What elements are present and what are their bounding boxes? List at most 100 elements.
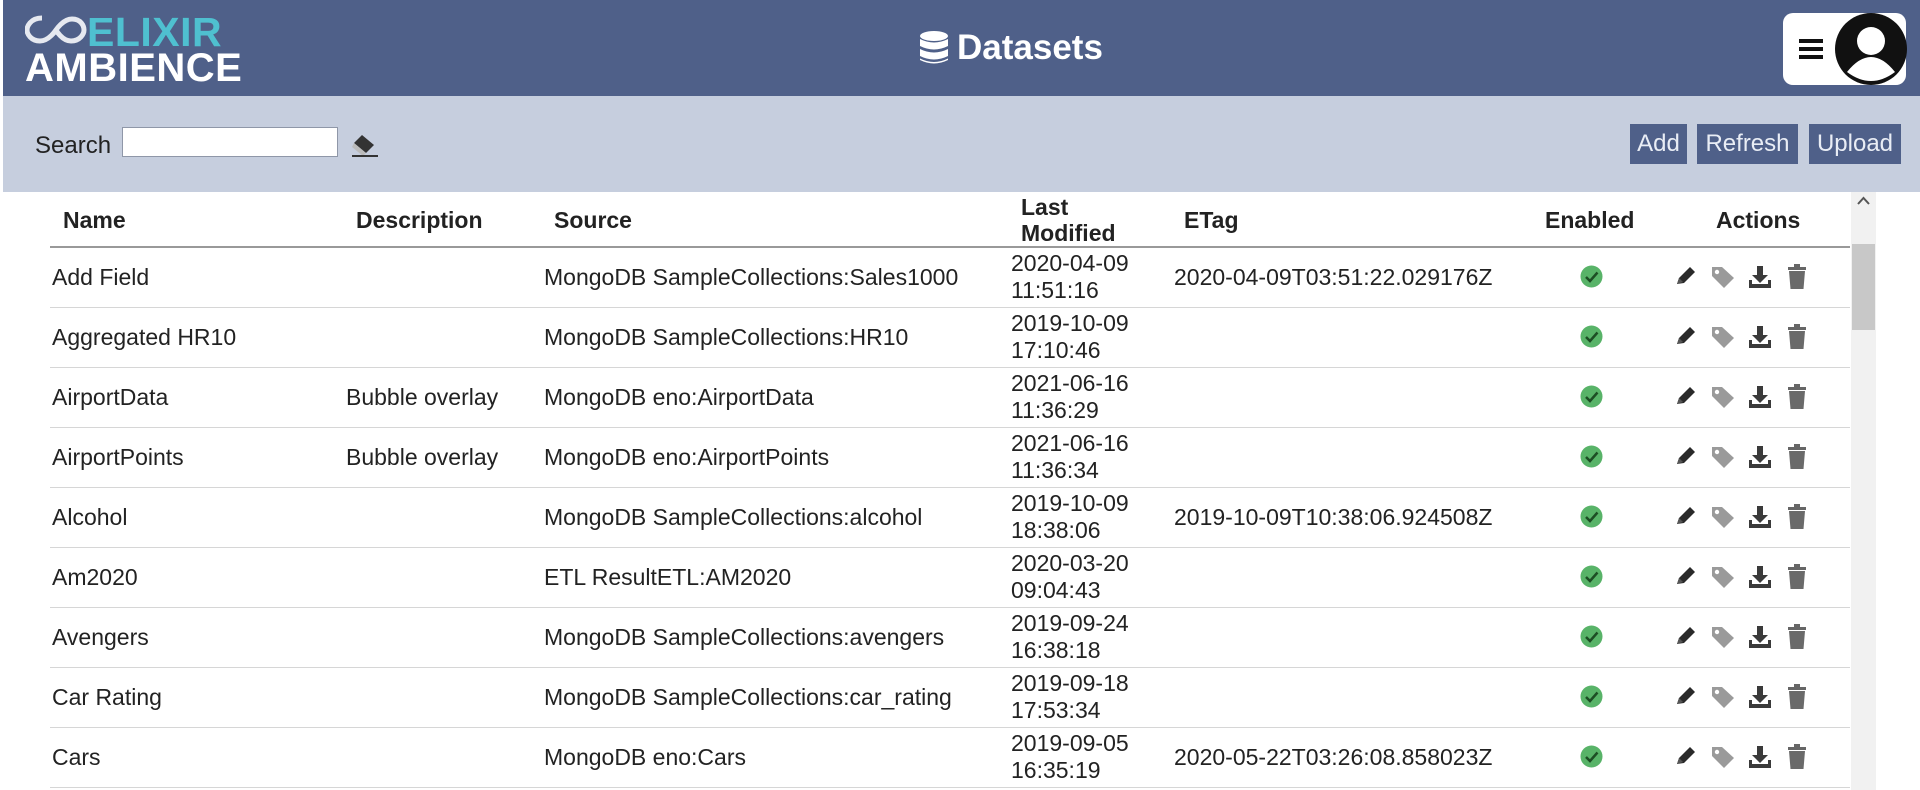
dataset-etag: 2020-05-22T03:26:08.858023Z — [1174, 744, 1493, 770]
scroll-up-arrow-icon[interactable] — [1857, 196, 1870, 206]
dataset-last-modified: 2019-10-09 17:10:46 — [1011, 310, 1129, 364]
dataset-name: Cars — [52, 744, 101, 770]
elixir-ambience-logo[interactable]: ELIXIR AMBIENCE — [25, 10, 242, 88]
tag-icon[interactable] — [1710, 744, 1736, 770]
dataset-name: Car Rating — [52, 684, 162, 710]
download-icon[interactable] — [1747, 624, 1773, 650]
pencil-edit-icon[interactable] — [1674, 624, 1700, 650]
column-header-last-modified-line1: Last — [1021, 194, 1069, 220]
pencil-edit-icon[interactable] — [1674, 684, 1700, 710]
table-row[interactable]: Car Rating MongoDB SampleCollections:car_… — [50, 668, 1850, 728]
table-row[interactable]: Aggregated HR10 MongoDB SampleCollections… — [50, 308, 1850, 368]
dataset-last-modified: 2021-06-16 11:36:29 — [1011, 370, 1129, 424]
trash-delete-icon[interactable] — [1784, 324, 1810, 350]
download-icon[interactable] — [1747, 564, 1773, 590]
last-modified-date: 2019-09-24 — [1011, 610, 1129, 636]
tag-icon[interactable] — [1710, 684, 1736, 710]
column-header-source[interactable]: Source — [554, 207, 632, 233]
vertical-scrollbar[interactable] — [1851, 192, 1876, 790]
user-avatar-icon[interactable] — [1834, 12, 1908, 86]
pencil-edit-icon[interactable] — [1674, 504, 1700, 530]
last-modified-time: 09:04:43 — [1011, 577, 1101, 603]
column-header-description[interactable]: Description — [356, 207, 483, 233]
download-icon[interactable] — [1747, 264, 1773, 290]
pencil-edit-icon[interactable] — [1674, 264, 1700, 290]
scrollbar-thumb[interactable] — [1852, 244, 1875, 330]
dataset-last-modified: 2019-09-05 16:35:19 — [1011, 730, 1129, 784]
pencil-edit-icon[interactable] — [1674, 564, 1700, 590]
pencil-edit-icon[interactable] — [1674, 384, 1700, 410]
eraser-icon[interactable] — [352, 133, 378, 157]
dataset-description: Bubble overlay — [346, 384, 499, 410]
upload-button[interactable]: Upload — [1809, 124, 1901, 164]
download-icon[interactable] — [1747, 684, 1773, 710]
tag-icon[interactable] — [1710, 384, 1736, 410]
search-input[interactable] — [122, 127, 338, 157]
dataset-source: MongoDB SampleCollections:car_rating — [544, 684, 952, 710]
table-row[interactable]: Avengers MongoDB SampleCollections:avenge… — [50, 608, 1850, 668]
trash-delete-icon[interactable] — [1784, 444, 1810, 470]
tag-icon[interactable] — [1710, 504, 1736, 530]
download-icon[interactable] — [1747, 324, 1773, 350]
column-header-last-modified[interactable]: Last Modified — [1021, 194, 1116, 246]
dataset-last-modified: 2021-06-16 11:36:34 — [1011, 430, 1129, 484]
dataset-source: MongoDB eno:Cars — [544, 744, 746, 770]
trash-delete-icon[interactable] — [1784, 564, 1810, 590]
download-icon[interactable] — [1747, 504, 1773, 530]
last-modified-date: 2019-09-18 — [1011, 670, 1129, 696]
dataset-source: MongoDB eno:AirportData — [544, 384, 814, 410]
last-modified-time: 11:36:29 — [1011, 397, 1099, 423]
tag-icon[interactable] — [1710, 564, 1736, 590]
table-row[interactable]: AirportData Bubble overlay MongoDB eno:Air… — [50, 368, 1850, 428]
download-icon[interactable] — [1747, 384, 1773, 410]
tag-icon[interactable] — [1710, 444, 1736, 470]
add-button[interactable]: Add — [1630, 124, 1687, 164]
last-modified-time: 18:38:06 — [1011, 517, 1101, 543]
column-header-etag[interactable]: ETag — [1184, 207, 1239, 233]
trash-delete-icon[interactable] — [1784, 624, 1810, 650]
tag-icon[interactable] — [1710, 264, 1736, 290]
last-modified-date: 2019-10-09 — [1011, 310, 1129, 336]
trash-delete-icon[interactable] — [1784, 384, 1810, 410]
dataset-source: MongoDB SampleCollections:Sales1000 — [544, 264, 959, 290]
table-row[interactable]: Am2020 ETL ResultETL:AM2020 2020-03-20 09:0… — [50, 548, 1850, 608]
dataset-name: Alcohol — [52, 504, 128, 530]
green-check-circle-icon — [1580, 325, 1603, 348]
last-modified-date: 2020-04-09 — [1011, 250, 1129, 276]
dataset-source: MongoDB eno:AirportPoints — [544, 444, 830, 470]
column-header-name[interactable]: Name — [63, 207, 126, 233]
dataset-name: Am2020 — [52, 564, 138, 590]
tag-icon[interactable] — [1710, 624, 1736, 650]
table-row[interactable]: Add Field MongoDB SampleCollections:Sales… — [50, 248, 1850, 308]
dataset-source: MongoDB SampleCollections:alcohol — [544, 504, 923, 530]
trash-delete-icon[interactable] — [1784, 684, 1810, 710]
column-header-enabled[interactable]: Enabled — [1545, 207, 1634, 233]
last-modified-time: 16:38:18 — [1011, 637, 1101, 663]
pencil-edit-icon[interactable] — [1674, 444, 1700, 470]
search-label: Search — [35, 132, 112, 159]
pencil-edit-icon[interactable] — [1674, 744, 1700, 770]
dataset-source: MongoDB SampleCollections:HR10 — [544, 324, 909, 350]
last-modified-date: 2019-09-05 — [1011, 730, 1129, 756]
last-modified-time: 17:10:46 — [1011, 337, 1101, 363]
tag-icon[interactable] — [1710, 324, 1736, 350]
column-header-last-modified-line2: Modified — [1021, 220, 1116, 246]
pencil-edit-icon[interactable] — [1674, 324, 1700, 350]
last-modified-date: 2019-10-09 — [1011, 490, 1129, 516]
app-header: ELIXIR AMBIENCE Datasets — [3, 0, 1920, 96]
table-row[interactable]: Alcohol MongoDB SampleCollections:alcohol… — [50, 488, 1850, 548]
download-icon[interactable] — [1747, 444, 1773, 470]
toolbar: Search Add Refresh Upload — [3, 96, 1920, 192]
dataset-last-modified: 2019-09-24 16:38:18 — [1011, 610, 1129, 664]
download-icon[interactable] — [1747, 744, 1773, 770]
trash-delete-icon[interactable] — [1784, 504, 1810, 530]
refresh-button[interactable]: Refresh — [1697, 124, 1798, 164]
database-icon — [920, 31, 948, 64]
dataset-description: Bubble overlay — [346, 444, 499, 470]
trash-delete-icon[interactable] — [1784, 744, 1810, 770]
trash-delete-icon[interactable] — [1784, 264, 1810, 290]
hamburger-menu-icon[interactable] — [1797, 35, 1825, 63]
table-row[interactable]: AirportPoints Bubble overlay MongoDB eno:A… — [50, 428, 1850, 488]
table-row[interactable]: Cars MongoDB eno:Cars 2019-09-05 16:35:19 20… — [50, 728, 1850, 788]
dataset-last-modified: 2020-04-09 11:51:16 — [1011, 250, 1129, 304]
